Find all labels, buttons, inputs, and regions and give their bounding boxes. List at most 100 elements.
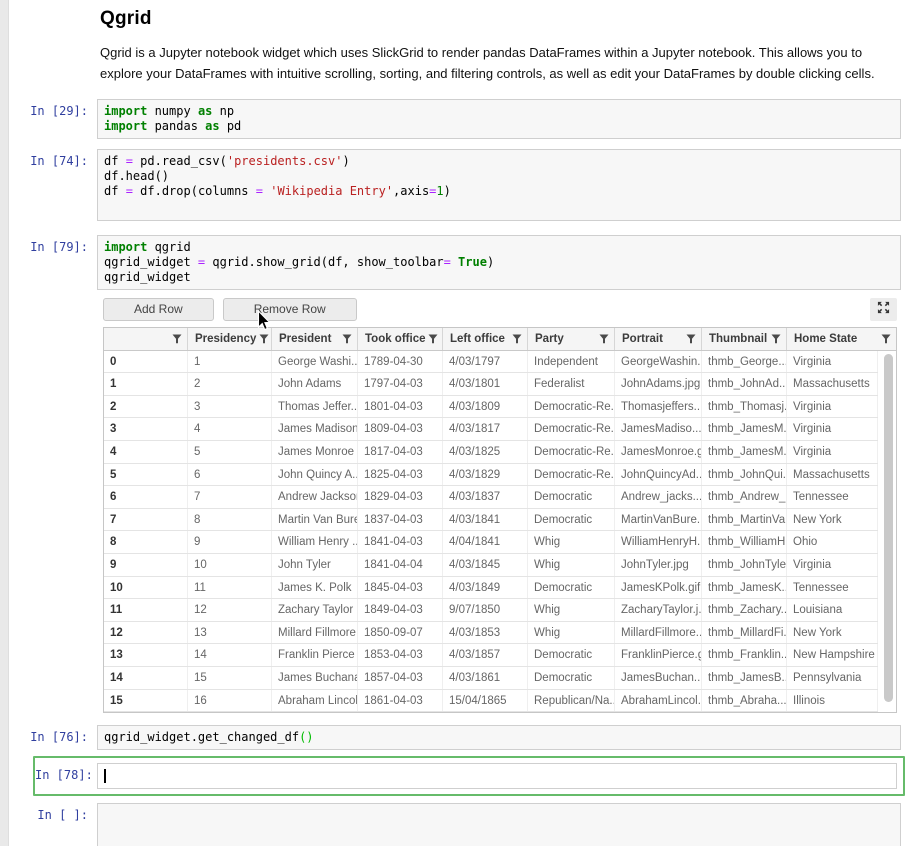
data-cell[interactable]: JamesMonroe.gif	[615, 441, 702, 463]
data-cell[interactable]: Democratic-Re...	[528, 441, 615, 463]
row-index-cell[interactable]: 8	[104, 531, 188, 553]
data-cell[interactable]: 16	[188, 690, 272, 712]
code-input-79[interactable]: import qgridqgrid_widget = qgrid.show_gr…	[97, 235, 901, 290]
data-cell[interactable]: James Buchanan	[272, 667, 358, 689]
data-cell[interactable]: 1837-04-03	[358, 509, 443, 531]
row-index-cell[interactable]: 9	[104, 554, 188, 576]
row-index-cell[interactable]: 0	[104, 351, 188, 373]
row-index-cell[interactable]: 15	[104, 690, 188, 712]
data-cell[interactable]: 2	[188, 373, 272, 395]
data-cell[interactable]: JamesMadiso...	[615, 418, 702, 440]
data-cell[interactable]: Democratic	[528, 644, 615, 666]
data-cell[interactable]: Democratic-Re...	[528, 396, 615, 418]
data-cell[interactable]: Louisiana	[787, 599, 878, 621]
data-cell[interactable]: Republican/Na...	[528, 690, 615, 712]
data-cell[interactable]: Millard Fillmore	[272, 622, 358, 644]
data-cell[interactable]: 4/03/1797	[443, 351, 528, 373]
data-cell[interactable]: Zachary Taylor	[272, 599, 358, 621]
data-cell[interactable]: 11	[188, 577, 272, 599]
data-cell[interactable]: 4/03/1829	[443, 464, 528, 486]
row-index-cell[interactable]: 14	[104, 667, 188, 689]
data-cell[interactable]: New York	[787, 509, 878, 531]
data-cell[interactable]: JohnTyler.jpg	[615, 554, 702, 576]
data-cell[interactable]: Democratic-Re...	[528, 418, 615, 440]
data-cell[interactable]: 5	[188, 441, 272, 463]
data-cell[interactable]: thmb_JohnAd...	[702, 373, 787, 395]
filter-funnel-icon[interactable]	[599, 334, 609, 344]
data-cell[interactable]: 8	[188, 509, 272, 531]
data-cell[interactable]: Whig	[528, 599, 615, 621]
table-row[interactable]: 1112Zachary Taylor1849-04-039/07/1850Whi…	[104, 599, 878, 622]
data-cell[interactable]: John Tyler	[272, 554, 358, 576]
data-cell[interactable]: 4	[188, 418, 272, 440]
data-cell[interactable]: WilliamHenryH...	[615, 531, 702, 553]
data-cell[interactable]: 3	[188, 396, 272, 418]
code-input-78[interactable]	[97, 763, 897, 789]
data-cell[interactable]: 14	[188, 644, 272, 666]
data-cell[interactable]: William Henry ...	[272, 531, 358, 553]
data-cell[interactable]: Democratic	[528, 486, 615, 508]
data-cell[interactable]: 4/03/1801	[443, 373, 528, 395]
data-cell[interactable]: FranklinPierce.gif	[615, 644, 702, 666]
data-cell[interactable]: thmb_MillardFi...	[702, 622, 787, 644]
data-cell[interactable]: New Hampshire	[787, 644, 878, 666]
row-index-cell[interactable]: 12	[104, 622, 188, 644]
data-cell[interactable]: Democratic	[528, 577, 615, 599]
data-cell[interactable]: thmb_JohnTyle...	[702, 554, 787, 576]
data-cell[interactable]: thmb_Abraha...	[702, 690, 787, 712]
data-cell[interactable]: John Quincy A...	[272, 464, 358, 486]
row-index-cell[interactable]: 4	[104, 441, 188, 463]
data-cell[interactable]: Andrew_jacks...	[615, 486, 702, 508]
column-header-index[interactable]	[104, 328, 188, 350]
table-row[interactable]: 1011James K. Polk1845-04-034/03/1849Demo…	[104, 577, 878, 600]
data-cell[interactable]: Martin Van Buren	[272, 509, 358, 531]
data-cell[interactable]: 1801-04-03	[358, 396, 443, 418]
data-cell[interactable]: 1841-04-03	[358, 531, 443, 553]
filter-funnel-icon[interactable]	[342, 334, 352, 344]
data-cell[interactable]: 1829-04-03	[358, 486, 443, 508]
data-cell[interactable]: 15/04/1865	[443, 690, 528, 712]
data-cell[interactable]: Democratic-Re...	[528, 464, 615, 486]
data-cell[interactable]: 4/03/1817	[443, 418, 528, 440]
data-cell[interactable]: 9	[188, 531, 272, 553]
data-cell[interactable]: 4/03/1853	[443, 622, 528, 644]
column-header-party[interactable]: Party	[528, 328, 615, 350]
remove-row-button[interactable]: Remove Row	[223, 298, 357, 321]
code-input-empty-1[interactable]	[97, 803, 901, 846]
data-cell[interactable]: thmb_JamesM...	[702, 418, 787, 440]
code-input-29[interactable]: import numpy as npimport pandas as pd	[97, 99, 901, 139]
data-cell[interactable]: Pennsylvania	[787, 667, 878, 689]
data-cell[interactable]: thmb_Zachary...	[702, 599, 787, 621]
data-cell[interactable]: Abraham Lincoln	[272, 690, 358, 712]
row-index-cell[interactable]: 5	[104, 464, 188, 486]
data-cell[interactable]: Virginia	[787, 441, 878, 463]
data-cell[interactable]: Virginia	[787, 396, 878, 418]
data-cell[interactable]: 13	[188, 622, 272, 644]
filter-funnel-icon[interactable]	[512, 334, 522, 344]
data-cell[interactable]: ZacharyTaylor.j...	[615, 599, 702, 621]
data-cell[interactable]: 1853-04-03	[358, 644, 443, 666]
data-cell[interactable]: thmb_JamesK...	[702, 577, 787, 599]
data-cell[interactable]: 1850-09-07	[358, 622, 443, 644]
data-cell[interactable]: 6	[188, 464, 272, 486]
data-cell[interactable]: GeorgeWashin...	[615, 351, 702, 373]
data-cell[interactable]: thmb_Thomasj...	[702, 396, 787, 418]
add-row-button[interactable]: Add Row	[103, 298, 214, 321]
data-cell[interactable]: thmb_Franklin...	[702, 644, 787, 666]
data-cell[interactable]: 1841-04-04	[358, 554, 443, 576]
data-cell[interactable]: thmb_JamesM...	[702, 441, 787, 463]
filter-funnel-icon[interactable]	[686, 334, 696, 344]
data-cell[interactable]: AbrahamLincol...	[615, 690, 702, 712]
data-cell[interactable]: James Monroe	[272, 441, 358, 463]
row-index-cell[interactable]: 1	[104, 373, 188, 395]
data-cell[interactable]: 1797-04-03	[358, 373, 443, 395]
table-row[interactable]: 1516Abraham Lincoln1861-04-0315/04/1865R…	[104, 690, 878, 713]
data-cell[interactable]: 4/03/1857	[443, 644, 528, 666]
row-index-cell[interactable]: 10	[104, 577, 188, 599]
data-cell[interactable]: Virginia	[787, 418, 878, 440]
data-cell[interactable]: 4/03/1841	[443, 509, 528, 531]
data-cell[interactable]: Thomasjeffers...	[615, 396, 702, 418]
table-row[interactable]: 45James Monroe1817-04-034/03/1825Democra…	[104, 441, 878, 464]
data-cell[interactable]: Illinois	[787, 690, 878, 712]
data-cell[interactable]: thmb_Andrew_...	[702, 486, 787, 508]
